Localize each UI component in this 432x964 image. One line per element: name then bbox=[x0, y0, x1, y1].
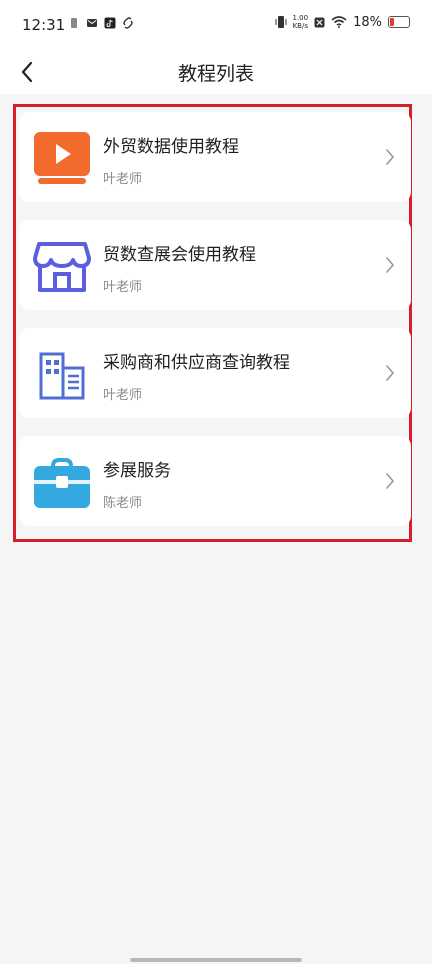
chevron-right-icon bbox=[386, 365, 395, 381]
page-title: 教程列表 bbox=[177, 63, 254, 85]
vibrate-icon bbox=[275, 16, 286, 28]
network-speed: 1.00 KB/s bbox=[293, 14, 309, 30]
wifi-icon bbox=[331, 16, 347, 28]
battery-icon bbox=[388, 16, 410, 28]
chevron-right-icon bbox=[386, 257, 395, 273]
status-system-icons: 1.00 KB/s 18% bbox=[275, 14, 410, 30]
network-speed-value: 1.00 bbox=[292, 14, 309, 22]
tutorial-title: 参展服务 bbox=[103, 461, 171, 481]
briefcase-icon bbox=[34, 458, 90, 508]
status-bar: 12:31 1.00 KB/s 18% bbox=[0, 0, 432, 50]
chevron-right-icon bbox=[386, 149, 395, 165]
nav-bar: 教程列表 bbox=[0, 50, 432, 94]
tutorial-card-exhibition[interactable]: 贸数查展会使用教程 叶老师 bbox=[19, 220, 411, 310]
building-icon bbox=[39, 352, 85, 400]
tutorial-title: 外贸数据使用教程 bbox=[103, 137, 239, 157]
tutorial-card-exhibit-service[interactable]: 参展服务 陈老师 bbox=[19, 436, 411, 526]
status-time: 12:31 bbox=[22, 16, 66, 34]
mail-icon bbox=[87, 19, 97, 27]
tutorial-card-buyer-supplier[interactable]: 采购商和供应商查询教程 叶老师 bbox=[19, 328, 411, 418]
tutorial-card-trade-data[interactable]: 外贸数据使用教程 叶老师 bbox=[19, 112, 411, 202]
chevron-right-icon bbox=[386, 473, 395, 489]
tutorial-teacher: 叶老师 bbox=[103, 388, 143, 403]
network-speed-unit: KB/s bbox=[292, 22, 308, 30]
tutorial-teacher: 陈老师 bbox=[103, 496, 143, 511]
tutorial-teacher: 叶老师 bbox=[103, 280, 143, 295]
tutorial-title: 采购商和供应商查询教程 bbox=[103, 353, 290, 373]
store-icon bbox=[33, 242, 91, 292]
battery-percent: 18% bbox=[353, 14, 382, 30]
tutorial-teacher: 叶老师 bbox=[103, 172, 143, 187]
tiktok-icon bbox=[104, 17, 116, 29]
storage-icon bbox=[71, 18, 77, 28]
status-notification-icons bbox=[68, 17, 134, 29]
video-play-icon bbox=[34, 132, 90, 184]
home-indicator[interactable] bbox=[130, 958, 302, 962]
link-icon bbox=[123, 17, 133, 29]
tutorial-title: 贸数查展会使用教程 bbox=[103, 245, 256, 265]
no-sim-icon bbox=[314, 17, 325, 27]
